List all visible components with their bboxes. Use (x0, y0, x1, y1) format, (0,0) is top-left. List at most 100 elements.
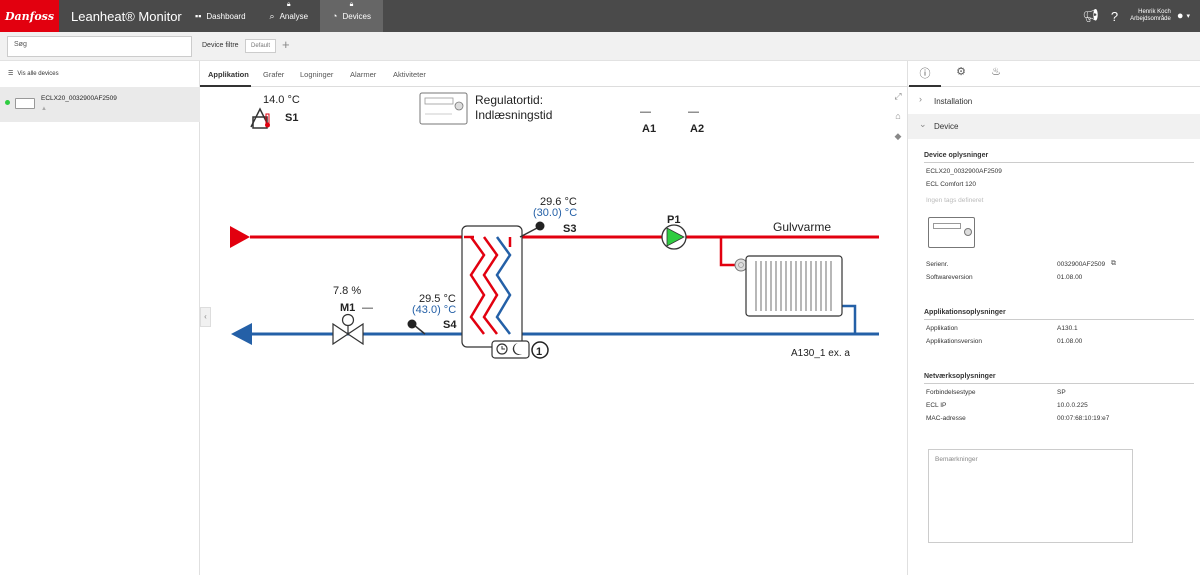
mac-label: MAC-adresse (926, 415, 966, 422)
software-value: 01.08.00 (1057, 274, 1083, 281)
nav-dashboard[interactable]: ▪▪ Dashboard (183, 0, 258, 32)
tab-aktiviteter[interactable]: Aktiviteter (393, 70, 426, 79)
heat-exchanger (461, 225, 523, 348)
device-model: ECL Comfort 120 (926, 181, 976, 188)
top-navigation-bar: Danfoss Leanheat® Monitor ▪▪ Dashboard 🔒… (0, 0, 1200, 32)
chevron-down-icon[interactable]: ▾ (1186, 12, 1190, 20)
app-title: Leanheat® Monitor (71, 8, 182, 24)
s4-setpoint: (43.0) °C (412, 304, 456, 316)
heating-icon[interactable]: ♨ (983, 65, 1009, 85)
megaphone-icon[interactable]: 📢︎ (1082, 8, 1099, 24)
application-diagram: 14.0 °C S1 Regulatortid: Indlæsningstid … (230, 92, 879, 359)
list-item[interactable]: ECLX20_0032900AF2509 ▲ (0, 87, 200, 122)
nav-analyse[interactable]: 🔒︎ ⌕ Analyse (258, 0, 321, 32)
schedule-icon (491, 340, 530, 359)
lock-icon: 🔒︎ (286, 1, 291, 8)
filter-chip-default[interactable]: Default (245, 39, 277, 53)
dashboard-icon: ▪▪ (195, 11, 202, 21)
circuit-number: 1 (536, 346, 542, 358)
serial-label: Serienr. (926, 261, 949, 268)
device-filter-label: Device filtre (202, 42, 239, 49)
collapse-panel-button[interactable]: ‹ (200, 307, 211, 327)
device-tabs: Applikation Grafer Logninger Alarmer Akt… (200, 61, 907, 87)
circuit-name: Gulvvarme (773, 220, 831, 234)
list-icon: ☰ (8, 71, 14, 77)
application-code: A130_1 ex. a (791, 348, 850, 359)
s1-temperature: 14.0 °C (263, 94, 300, 106)
ecl-ip-label: ECL IP (926, 402, 947, 409)
device-name: ECLX20_0032900AF2509 (926, 168, 1002, 175)
mac-value: 00:07:68:10:19:e7 (1057, 415, 1110, 422)
regulator-time-label: Regulatortid: (475, 93, 543, 107)
tab-logninger[interactable]: Logninger (300, 70, 333, 79)
tab-grafer[interactable]: Grafer (263, 70, 284, 79)
a2-label: A2 (690, 123, 704, 135)
connection-type-label: Forbindelsestype (926, 389, 976, 396)
a2-value: — (688, 106, 699, 118)
online-status-icon (5, 100, 10, 105)
controller-icon (15, 98, 35, 109)
tab-alarmer[interactable]: Alarmer (350, 70, 376, 79)
application-value: A130.1 (1057, 325, 1078, 332)
s3-setpoint: (30.0) °C (533, 207, 577, 219)
valve-icon[interactable] (332, 313, 364, 346)
help-icon[interactable]: ? (1111, 9, 1118, 24)
app-info-heading: Applikationsoplysninger (924, 309, 1006, 316)
user-icon: ▲ (41, 106, 47, 112)
s4-label: S4 (443, 319, 457, 331)
device-info-heading: Device oplysninger (924, 152, 989, 159)
accordion-installation[interactable]: › Installation (908, 89, 1200, 114)
m1-percentage: 7.8 % (333, 285, 361, 297)
danfoss-logo[interactable]: Danfoss (0, 0, 59, 32)
lock-icon: 🔒︎ (349, 1, 354, 8)
chevron-down-icon: ⌄ (919, 119, 927, 129)
serial-value: 0032900AF2509 (1057, 261, 1106, 268)
m1-label: M1 (340, 302, 355, 314)
app-version-label: Applikationsversion (926, 338, 983, 345)
p1-label: P1 (667, 214, 680, 226)
a1-label: A1 (642, 123, 656, 135)
add-filter-icon[interactable]: + (282, 37, 290, 52)
house-icon (250, 107, 270, 129)
divider (924, 162, 1194, 163)
software-label: Softwareversion (926, 274, 973, 281)
remarks-textarea[interactable]: Bemærkninger (928, 449, 1133, 543)
s3-label: S3 (563, 223, 576, 235)
s3-sensor (535, 221, 545, 231)
gear-icon[interactable]: ⚙ (948, 65, 974, 85)
divider (924, 319, 1194, 320)
network-info-heading: Netværksoplysninger (924, 373, 996, 380)
ecl-ip-value: 10.0.0.225 (1057, 402, 1088, 409)
divider (924, 383, 1194, 384)
show-all-devices[interactable]: ☰ Vis alle devices (8, 70, 59, 77)
details-tabs: ⓘ ⚙ ♨ (908, 61, 1200, 87)
diagram-tools: ⤢ ⌂ ◆ (892, 91, 904, 151)
tab-applikation[interactable]: Applikation (208, 70, 249, 79)
user-menu[interactable]: Henrik Koch Arbejdsområde (1130, 9, 1171, 23)
accordion-device[interactable]: ⌄ Device (908, 114, 1200, 139)
s1-label: S1 (285, 112, 298, 124)
search-input[interactable]: Søg (7, 36, 192, 57)
connection-type-value: SP (1057, 389, 1066, 396)
fullscreen-icon[interactable]: ⤢ (892, 91, 904, 111)
tag-icon[interactable]: ◆ (892, 131, 904, 151)
s4-sensor (407, 319, 417, 329)
devices-icon: ◔ (332, 11, 338, 21)
application-label: Applikation (926, 325, 958, 332)
active-tab-indicator (909, 85, 941, 87)
nav-devices[interactable]: 🔒︎ ◔ Devices (320, 0, 383, 32)
app-version-value: 01.08.00 (1057, 338, 1083, 345)
a1-value: — (640, 106, 651, 118)
m1-value: — (362, 302, 373, 314)
copy-icon[interactable]: ⧉ (1111, 260, 1116, 268)
chevron-right-icon: › (919, 94, 922, 104)
filter-bar: Søg Device filtre Default + (0, 32, 1200, 61)
controller-icon (419, 92, 468, 125)
info-icon[interactable]: ⓘ (912, 65, 938, 85)
home-icon[interactable]: ⌂ (892, 111, 904, 131)
pump-icon[interactable] (661, 224, 687, 250)
device-list-panel: ☰ Vis alle devices ECLX20_0032900AF2509 ▲ (0, 61, 200, 575)
user-icon[interactable]: ● (1177, 10, 1184, 22)
search-analytics-icon: ⌕ (269, 10, 275, 21)
device-tags: Ingen tags defineret (926, 197, 984, 204)
